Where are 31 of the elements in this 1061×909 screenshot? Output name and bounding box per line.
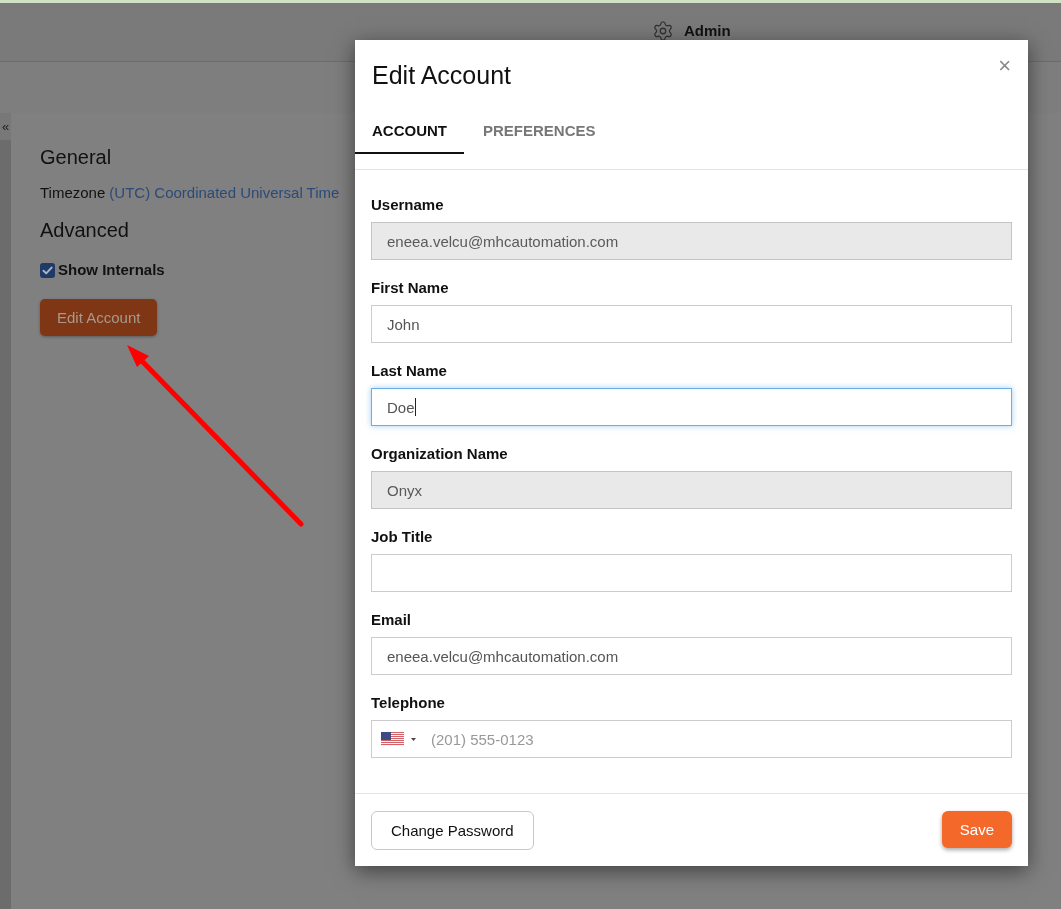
tab[interactable]: PREFERENCES <box>466 107 613 154</box>
field-label: Email <box>371 610 413 630</box>
admin-menu-button[interactable]: Admin <box>652 19 731 42</box>
field-label: Last Name <box>371 361 448 381</box>
flag-icon <box>381 732 404 746</box>
text-field[interactable] <box>371 554 1012 592</box>
section-heading: Advanced <box>40 219 129 241</box>
collapse-button[interactable]: « <box>0 113 11 140</box>
text-field[interactable]: eneea.velcu@mhcautomation.com <box>371 637 1012 675</box>
timezone-label: Timezone <box>40 183 106 203</box>
checkbox-label: Show Internals <box>58 260 165 280</box>
checkbox[interactable] <box>40 262 55 278</box>
field-label: Job Title <box>371 527 434 547</box>
field-label: Telephone <box>371 693 446 713</box>
change-password-button[interactable]: Change Password <box>371 811 534 850</box>
field-label: Username <box>371 195 445 215</box>
save-button[interactable]: Save <box>941 811 1012 848</box>
tab[interactable]: ACCOUNT <box>355 107 464 154</box>
text-cursor <box>414 398 416 416</box>
country-select[interactable] <box>381 732 416 746</box>
settings-icon <box>652 19 674 42</box>
phone-field[interactable]: (201) 555-0123 <box>371 720 1012 758</box>
text-field[interactable]: Doe <box>371 388 1012 426</box>
edit-account-button[interactable]: Edit Account <box>40 299 158 336</box>
close-button[interactable]: × <box>998 57 1011 75</box>
text-field[interactable]: John <box>371 305 1012 343</box>
field-label: First Name <box>371 278 450 298</box>
caret-icon <box>411 737 416 741</box>
dialog-title: Edit Account <box>372 60 511 91</box>
field-label: Organization Name <box>371 444 509 464</box>
section-heading: General <box>40 146 112 168</box>
